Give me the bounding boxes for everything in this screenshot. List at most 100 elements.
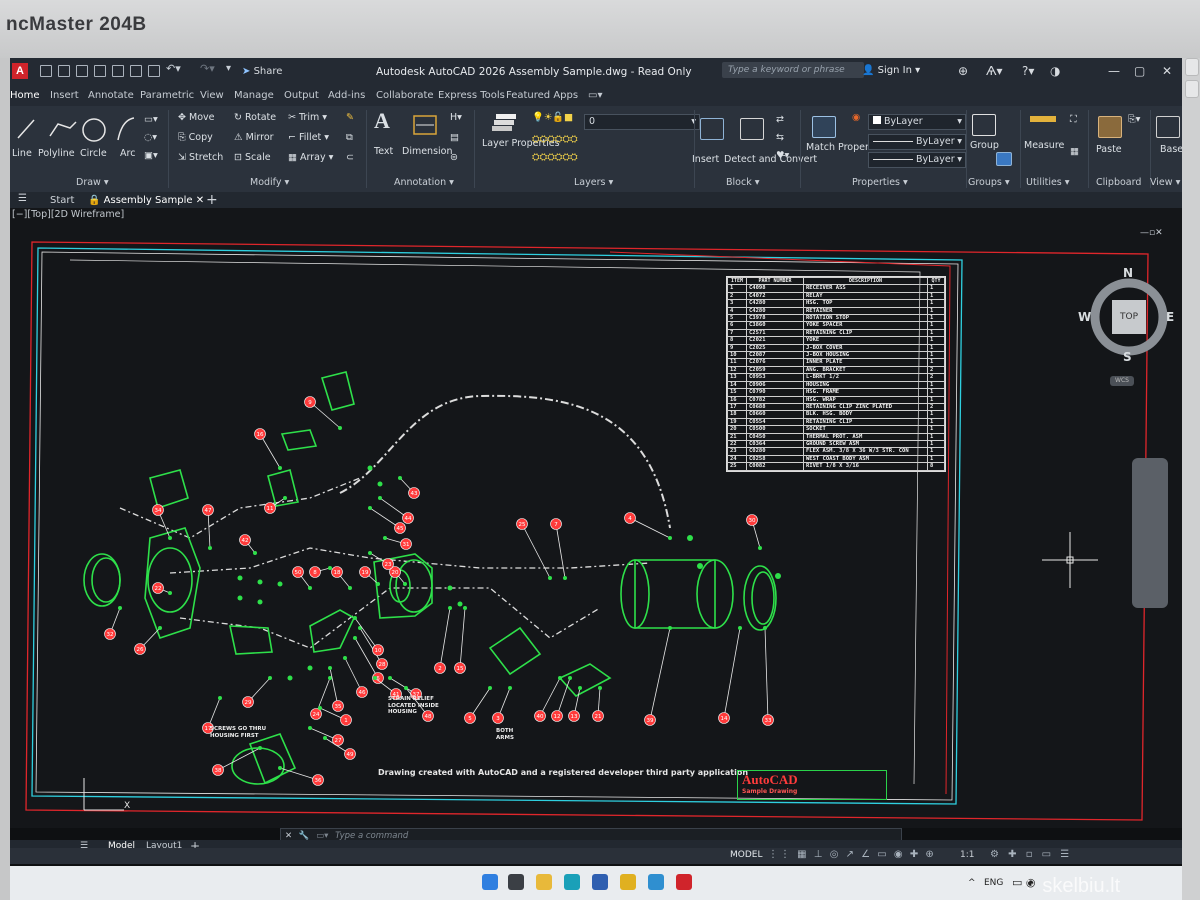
undo-icon[interactable]: ↶▾ bbox=[166, 62, 181, 75]
group-button[interactable]: Group bbox=[970, 140, 999, 151]
layers-panel-label[interactable]: Layers ▾ bbox=[574, 177, 613, 188]
new-file-icon[interactable] bbox=[40, 65, 52, 77]
layer-tools-row2-icon[interactable]: ⛭⛭⛭⛭⛭⛭ bbox=[532, 152, 578, 163]
viewcube[interactable]: TOP N S E W bbox=[1078, 266, 1176, 364]
customize-toolbar-icon[interactable]: ▾ bbox=[226, 63, 236, 74]
block-attribute-icon[interactable]: ⇆ bbox=[776, 132, 784, 143]
tab-home[interactable]: Home bbox=[10, 90, 40, 101]
tab-view[interactable]: View bbox=[200, 90, 224, 101]
layer-state-icons[interactable]: 💡☀🔓■ bbox=[532, 112, 573, 123]
share-button[interactable]: ➤ Share bbox=[242, 66, 282, 77]
table-icon[interactable]: ▤ bbox=[450, 132, 459, 143]
groups-panel-label[interactable]: Groups ▾ bbox=[968, 177, 1010, 188]
group-select-icon[interactable] bbox=[996, 152, 1012, 166]
insert-button[interactable]: Insert bbox=[692, 154, 719, 165]
arc-button[interactable]: Arc bbox=[120, 148, 135, 159]
viewport-window-controls[interactable]: —▫✕ bbox=[1140, 228, 1163, 238]
base-button[interactable]: Base bbox=[1160, 144, 1182, 155]
monitor-button[interactable] bbox=[1185, 58, 1199, 76]
tab-annotate[interactable]: Annotate bbox=[88, 90, 134, 101]
quick-select-icon[interactable]: ⛶ bbox=[1070, 114, 1077, 125]
circle-button[interactable]: Circle bbox=[80, 148, 107, 159]
tab-featured-apps[interactable]: Featured Apps bbox=[506, 90, 578, 101]
open-file-icon[interactable] bbox=[58, 65, 70, 77]
array-button[interactable]: ▦ Array ▾ bbox=[288, 152, 333, 163]
tab-parametric[interactable]: Parametric bbox=[140, 90, 194, 101]
scale-button[interactable]: ⊡ Scale bbox=[234, 152, 271, 163]
compass-north[interactable]: N bbox=[1123, 266, 1133, 280]
explode-icon[interactable]: ⧉ bbox=[346, 132, 353, 143]
offset-icon[interactable]: ⊂ bbox=[346, 152, 354, 163]
model-space-button[interactable]: MODEL bbox=[730, 850, 762, 860]
tab-express-tools[interactable]: Express Tools bbox=[438, 90, 505, 101]
leader-icon[interactable]: H▾ bbox=[450, 112, 462, 123]
draw-panel-label[interactable]: Draw ▾ bbox=[76, 177, 109, 188]
mirror-button[interactable]: ⚠ Mirror bbox=[234, 132, 274, 143]
erase-icon[interactable]: ✎ bbox=[346, 112, 354, 123]
linetype-dropdown[interactable]: ByLayer ▾ bbox=[868, 134, 966, 150]
plot-icon[interactable] bbox=[148, 65, 160, 77]
block-edit-icon[interactable]: ⇄ bbox=[776, 114, 784, 125]
view-panel-label[interactable]: View ▾ bbox=[1150, 177, 1180, 188]
redo-icon[interactable]: ↷▾ bbox=[200, 62, 215, 75]
app-store-icon[interactable]: ⊕ bbox=[958, 64, 968, 78]
tab-add-ins[interactable]: Add-ins bbox=[328, 90, 365, 101]
clipboard-panel-label[interactable]: Clipboard bbox=[1096, 177, 1141, 188]
tab-output[interactable]: Output bbox=[284, 90, 319, 101]
file-explorer-icon[interactable] bbox=[536, 874, 552, 890]
start-menu-icon[interactable] bbox=[482, 874, 498, 890]
chrome-icon[interactable] bbox=[620, 874, 636, 890]
compass-west[interactable]: W bbox=[1078, 310, 1091, 324]
edge-icon[interactable] bbox=[564, 874, 580, 890]
close-tab-icon[interactable]: ✕ bbox=[196, 195, 204, 206]
open-web-icon[interactable] bbox=[112, 65, 124, 77]
layer-tools-row1-icon[interactable]: ⛭⛭⛭⛭⛭⛭ bbox=[532, 134, 578, 145]
navigation-bar[interactable] bbox=[1132, 458, 1168, 608]
line-button[interactable]: Line bbox=[12, 148, 32, 159]
lineweight-dropdown[interactable]: ByLayer ▾ bbox=[868, 152, 966, 168]
save-icon[interactable] bbox=[76, 65, 88, 77]
dimension-button[interactable]: Dimension bbox=[402, 146, 453, 157]
block-define-icon[interactable]: ♥▾ bbox=[776, 150, 789, 161]
help-icon[interactable]: ?▾ bbox=[1022, 64, 1034, 78]
annotation-panel-label[interactable]: Annotation ▾ bbox=[394, 177, 454, 188]
minimize-icon[interactable]: — bbox=[1108, 64, 1120, 78]
text-button[interactable]: Text bbox=[374, 146, 393, 157]
language-indicator[interactable]: ENG bbox=[984, 878, 1003, 888]
start-tab[interactable]: Start bbox=[50, 195, 74, 206]
copy-button[interactable]: ⎘ Copy bbox=[178, 132, 213, 143]
measure-button[interactable]: Measure bbox=[1024, 140, 1064, 151]
properties-panel-label[interactable]: Properties ▾ bbox=[852, 177, 908, 188]
file-tab-assembly[interactable]: 🔒 Assembly Sample ✕ bbox=[88, 195, 204, 206]
sign-in-button[interactable]: 👤 Sign In ▾ bbox=[862, 65, 920, 76]
current-layer-dropdown[interactable]: 0▾ bbox=[584, 114, 700, 130]
ribbon-options-icon[interactable]: ▭▾ bbox=[588, 90, 602, 101]
region-icon[interactable]: ▣▾ bbox=[144, 150, 158, 161]
stretch-button[interactable]: ⇲ Stretch bbox=[178, 152, 223, 163]
status-settings-icons[interactable]: ⚙ ✚ ▫ ▭ ☰ bbox=[990, 849, 1072, 860]
calculator-icon[interactable]: ▦ bbox=[1070, 146, 1079, 157]
tab-collaborate[interactable]: Collaborate bbox=[376, 90, 434, 101]
move-button[interactable]: ✥ Move bbox=[178, 112, 214, 123]
menu-icon[interactable]: ☰ bbox=[18, 193, 27, 204]
rectangle-icon[interactable]: ▭▾ bbox=[144, 114, 158, 125]
wcs-menu[interactable]: WCS bbox=[1110, 376, 1134, 386]
annotation-scale[interactable]: 1:1 bbox=[960, 850, 974, 860]
copy-clip-icon[interactable]: ⎘▾ bbox=[1128, 114, 1140, 125]
utilities-panel-label[interactable]: Utilities ▾ bbox=[1026, 177, 1070, 188]
rotate-button[interactable]: ↻ Rotate bbox=[234, 112, 276, 123]
save-web-icon[interactable] bbox=[130, 65, 142, 77]
autodesk-account-icon[interactable]: Ѧ▾ bbox=[986, 64, 1003, 78]
autocad-taskbar-icon[interactable] bbox=[676, 874, 692, 890]
save-as-icon[interactable] bbox=[94, 65, 106, 77]
tray-chevron-icon[interactable]: ^ bbox=[968, 878, 976, 888]
compass-east[interactable]: E bbox=[1166, 310, 1174, 324]
fillet-button[interactable]: ⌐ Fillet ▾ bbox=[288, 132, 329, 143]
tab-manage[interactable]: Manage bbox=[234, 90, 274, 101]
new-tab-icon[interactable]: + bbox=[206, 192, 218, 208]
markup-icon[interactable]: ⊜ bbox=[450, 152, 458, 163]
block-panel-label[interactable]: Block ▾ bbox=[726, 177, 760, 188]
color-dropdown[interactable]: ByLayer ▾ bbox=[868, 114, 966, 130]
feedback-icon[interactable]: ◑ bbox=[1050, 64, 1060, 78]
monitor-button[interactable] bbox=[1185, 80, 1199, 98]
